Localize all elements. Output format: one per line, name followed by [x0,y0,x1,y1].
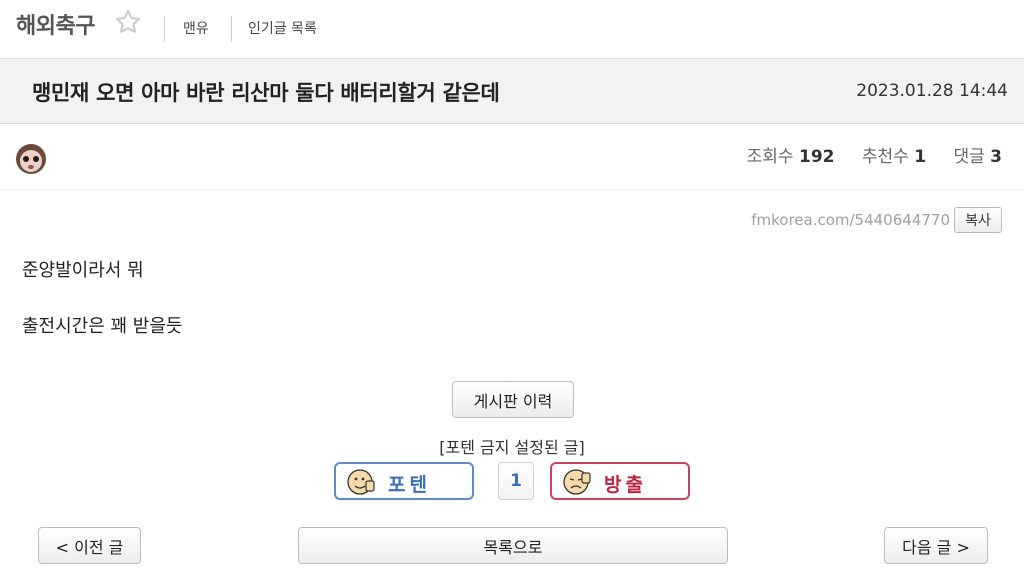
vote-down-label: 방출 [604,474,647,496]
vote-up-button[interactable]: 포텐 [334,462,474,500]
next-post-button[interactable]: 다음 글 > [884,527,988,564]
star-outline-icon[interactable] [114,8,142,36]
board-name[interactable]: 해외축구 [16,8,95,40]
potent-ban-notice: [포텐 금지 설정된 글] [439,438,585,457]
nav-link-manutd[interactable]: 맨유 [183,18,209,38]
post-content-line: 준양발이라서 뭐 [22,260,144,281]
copy-url-button[interactable]: 복사 [954,207,1002,233]
board-history-button[interactable]: 게시판 이력 [452,381,574,418]
prev-post-button[interactable]: < 이전 글 [38,527,141,564]
post-title-bar: 맹민재 오면 아마 바란 리산마 둘다 배터리할거 같은데 2023.01.28… [0,58,1024,124]
recommend-count: 추천수 1 [861,147,927,167]
back-to-list-button[interactable]: 목록으로 [298,527,728,564]
vote-count: 1 [498,462,534,500]
vote-down-button[interactable]: 방출 [550,462,690,500]
post-date: 2023.01.28 14:44 [856,81,1008,101]
post-url[interactable]: fmkorea.com/5440644770 [751,211,950,229]
vote-up-label: 포텐 [388,474,431,496]
thumbs-down-face-icon [563,469,591,495]
comment-count[interactable]: 댓글 3 [953,147,1002,167]
post-stats: 조회수 192 추천수 1 댓글 3 [725,142,1002,167]
nav-separator [164,16,165,42]
post-content-line: 출전시간은 꽤 받을듯 [22,316,183,337]
view-count: 조회수 192 [746,147,835,167]
nav-separator [231,16,232,42]
thumbs-up-face-icon [347,469,375,495]
avatar[interactable] [14,140,48,176]
board-header: 해외축구 맨유 인기글 목록 [0,0,1024,58]
post-meta: 조회수 192 추천수 1 댓글 3 [0,124,1024,190]
post-title: 맹민재 오면 아마 바란 리산마 둘다 배터리할거 같은데 [32,81,500,105]
nav-link-popular[interactable]: 인기글 목록 [248,18,317,38]
